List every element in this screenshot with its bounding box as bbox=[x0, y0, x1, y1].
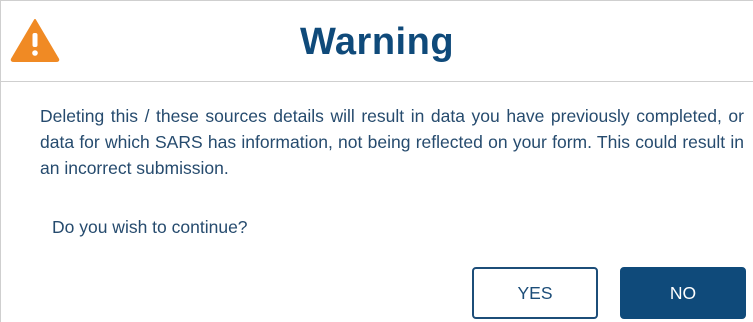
dialog-header: Warning bbox=[1, 1, 753, 82]
dialog-title: Warning bbox=[299, 21, 455, 63]
yes-button[interactable]: YES bbox=[472, 267, 598, 319]
warning-message: Deleting this / these sources details wi… bbox=[40, 106, 744, 178]
confirmation-question: Do you wish to continue? bbox=[52, 217, 248, 237]
no-button[interactable]: NO bbox=[620, 267, 746, 319]
warning-dialog: Warning Deleting this / these sources de… bbox=[0, 0, 753, 322]
